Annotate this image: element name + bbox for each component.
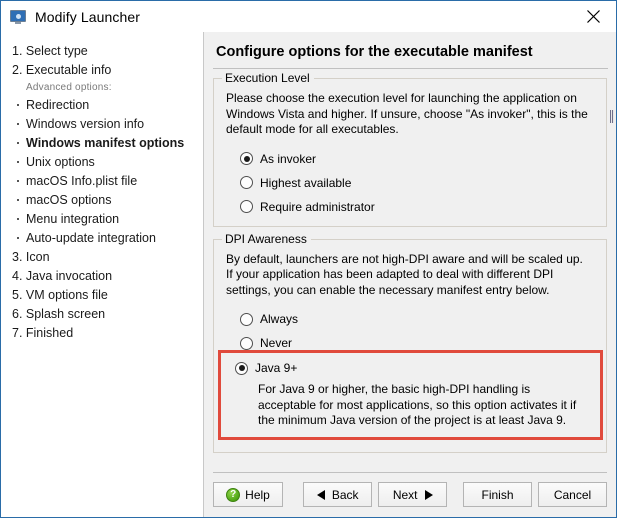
radio-label: Highest available bbox=[260, 175, 352, 190]
sidebar-item-windows-version-info[interactable]: Windows version info bbox=[1, 114, 203, 133]
execution-level-description: Please choose the execution level for la… bbox=[226, 91, 588, 136]
dpi-awareness-radio-group: Always Never bbox=[226, 312, 594, 350]
radio-as-invoker[interactable]: As invoker bbox=[240, 152, 594, 166]
wizard-steps-sidebar: 1. Select type 2. Executable info Advanc… bbox=[1, 32, 204, 517]
sidebar-item-redirection[interactable]: Redirection bbox=[1, 95, 203, 114]
wizard-button-bar: ? Help Back Next Finish Cancel bbox=[213, 472, 607, 517]
sidebar-item-menu-integration[interactable]: Menu integration bbox=[1, 209, 203, 228]
options-panel: Configure options for the executable man… bbox=[204, 32, 616, 517]
sidebar-item-macos-infoplist-file[interactable]: macOS Info.plist file bbox=[1, 171, 203, 190]
radio-require-administrator[interactable]: Require administrator bbox=[240, 200, 594, 214]
execution-level-legend: Execution Level bbox=[222, 71, 314, 85]
radio-label: Java 9+ bbox=[255, 361, 298, 375]
java9-highlight-box: Java 9+ For Java 9 or higher, the basic … bbox=[218, 350, 603, 440]
action-button-group: Finish Cancel bbox=[463, 482, 607, 507]
java9-description: For Java 9 or higher, the basic high-DPI… bbox=[258, 382, 577, 427]
sidebar-item-executable-info[interactable]: 2. Executable info bbox=[1, 60, 203, 79]
execution-level-radio-group: As invoker Highest available Require adm… bbox=[226, 152, 594, 214]
finish-button[interactable]: Finish bbox=[463, 482, 532, 507]
radio-button-icon[interactable] bbox=[240, 152, 253, 165]
radio-java-9-plus[interactable]: Java 9+ bbox=[235, 361, 592, 375]
dpi-awareness-legend: DPI Awareness bbox=[222, 231, 311, 246]
sidebar-advanced-options-label: Advanced options: bbox=[26, 82, 112, 93]
window-body: 1. Select type 2. Executable info Advanc… bbox=[1, 32, 616, 517]
cancel-button[interactable]: Cancel bbox=[538, 482, 607, 507]
options-body: Execution Level Please choose the execut… bbox=[204, 69, 616, 472]
title-bar: Modify Launcher bbox=[1, 1, 616, 32]
back-button-label: Back bbox=[331, 487, 359, 502]
sidebar-item-macos-options[interactable]: macOS options bbox=[1, 190, 203, 209]
radio-button-icon[interactable] bbox=[240, 200, 253, 213]
radio-button-icon[interactable] bbox=[240, 336, 253, 350]
radio-highest-available[interactable]: Highest available bbox=[240, 176, 594, 190]
sidebar-item-finished[interactable]: 7. Finished bbox=[1, 323, 203, 342]
help-button-label: Help bbox=[245, 487, 270, 502]
sidebar-item-splash-screen[interactable]: 6. Splash screen bbox=[1, 304, 203, 323]
dpi-awareness-group: DPI Awareness By default, launchers are … bbox=[213, 231, 607, 453]
radio-always[interactable]: Always bbox=[240, 312, 594, 326]
window-title: Modify Launcher bbox=[35, 8, 141, 25]
radio-button-icon[interactable] bbox=[240, 176, 253, 189]
execution-level-group: Execution Level Please choose the execut… bbox=[213, 71, 607, 227]
next-button[interactable]: Next bbox=[378, 482, 448, 507]
sidebar-item-unix-options[interactable]: Unix options bbox=[1, 152, 203, 171]
triangle-left-icon bbox=[316, 489, 325, 500]
scrollbar-thumb[interactable] bbox=[610, 110, 614, 123]
close-icon[interactable] bbox=[571, 1, 616, 32]
monitor-icon bbox=[10, 9, 26, 25]
sidebar-item-select-type[interactable]: 1. Select type bbox=[1, 41, 203, 60]
radio-label: Never bbox=[260, 336, 293, 350]
back-button[interactable]: Back bbox=[303, 482, 373, 507]
radio-button-icon[interactable] bbox=[240, 312, 253, 326]
sidebar-item-icon[interactable]: 3. Icon bbox=[1, 247, 203, 266]
radio-never[interactable]: Never bbox=[240, 336, 594, 350]
next-button-label: Next bbox=[392, 487, 418, 502]
sidebar-item-windows-manifest-options[interactable]: Windows manifest options bbox=[1, 133, 203, 152]
sidebar-item-java-invocation[interactable]: 4. Java invocation bbox=[1, 266, 203, 285]
sidebar-item-vm-options-file[interactable]: 5. VM options file bbox=[1, 285, 203, 304]
radio-button-icon[interactable] bbox=[235, 361, 248, 375]
radio-label: As invoker bbox=[260, 151, 317, 166]
triangle-right-icon bbox=[424, 489, 433, 500]
help-button[interactable]: ? Help bbox=[213, 482, 283, 507]
modify-launcher-window: Modify Launcher 1. Select type 2. Execut… bbox=[0, 0, 617, 518]
sidebar-item-auto-update-integration[interactable]: Auto-update integration bbox=[1, 228, 203, 247]
nav-button-group: Back Next bbox=[303, 482, 448, 507]
radio-label: Always bbox=[260, 312, 299, 326]
page-title: Configure options for the executable man… bbox=[216, 44, 533, 60]
dpi-awareness-description: By default, launchers are not high-DPI a… bbox=[226, 251, 583, 297]
help-question-icon: ? bbox=[226, 487, 241, 502]
radio-label: Require administrator bbox=[260, 199, 375, 214]
